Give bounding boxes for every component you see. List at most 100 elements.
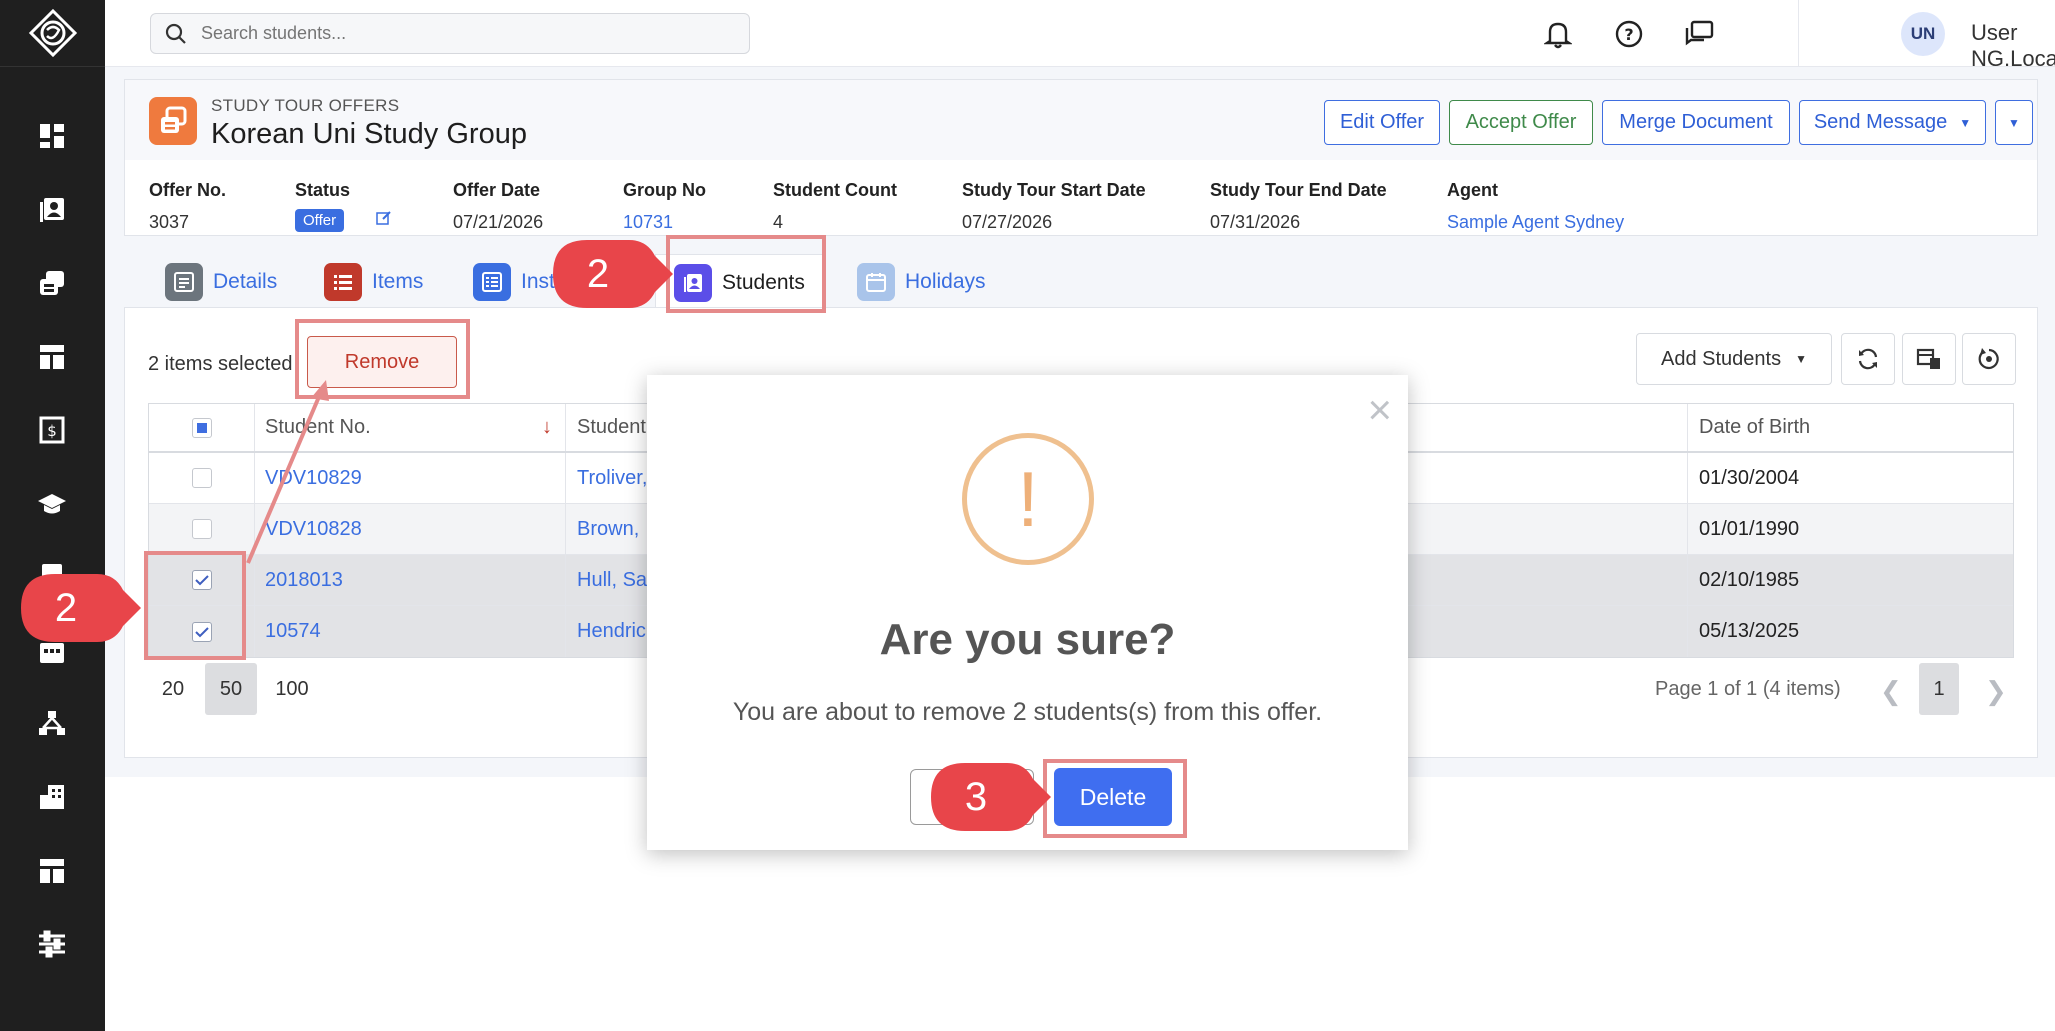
svg-text:?: ? xyxy=(1624,25,1633,44)
contacts-icon[interactable] xyxy=(36,194,68,226)
page-size-100[interactable]: 100 xyxy=(266,663,318,715)
more-actions-button[interactable]: ▼ xyxy=(1995,100,2033,145)
sort-desc-icon[interactable]: ↓ xyxy=(542,404,552,451)
dashboard-icon[interactable] xyxy=(36,120,68,152)
sidebar: $ xyxy=(0,0,105,1031)
columns-icon xyxy=(1916,348,1940,369)
row-checkbox[interactable] xyxy=(191,519,212,539)
column-student-no[interactable]: Student No. xyxy=(265,404,371,451)
bell-icon[interactable] xyxy=(1542,18,1574,50)
student-name-link[interactable]: Brown, xyxy=(577,504,639,554)
student-name-link[interactable]: Troliver, xyxy=(577,453,647,503)
search-icon xyxy=(151,23,201,45)
page-size-20[interactable]: 20 xyxy=(147,663,199,715)
callout-rows-number: 2 xyxy=(54,585,78,630)
student-name-link[interactable]: Hendric xyxy=(577,606,646,657)
callout-delete-number: 3 xyxy=(964,774,988,819)
select-all-checkbox[interactable] xyxy=(191,417,212,438)
student-no-link[interactable]: VDV10829 xyxy=(265,453,362,503)
column-dob[interactable]: Date of Birth xyxy=(1699,404,1810,451)
offer-header-card: STUDY TOUR OFFERS Korean Uni Study Group… xyxy=(124,79,2038,236)
highlight-selected-rows xyxy=(144,551,246,660)
reset-icon xyxy=(1978,348,1999,370)
tab-holidays-label: Holidays xyxy=(905,270,986,293)
agent-link[interactable]: Sample Agent Sydney xyxy=(1447,212,1624,233)
caret-down-icon: ▼ xyxy=(1795,352,1807,366)
close-icon[interactable]: × xyxy=(1367,389,1392,431)
student-no-link[interactable]: VDV10828 xyxy=(265,504,362,554)
agent-label: Agent xyxy=(1447,180,1498,200)
building-icon[interactable] xyxy=(36,781,68,813)
column-chooser-button[interactable] xyxy=(1902,333,1956,385)
send-message-label: Send Message xyxy=(1813,111,1948,133)
next-page-icon[interactable]: ❯ xyxy=(1985,676,2007,707)
student-count-label: Student Count xyxy=(773,180,897,200)
app-logo[interactable] xyxy=(0,0,105,67)
offers-icon[interactable] xyxy=(36,267,68,299)
dialog-message: You are about to remove 2 students(s) fr… xyxy=(732,698,1323,726)
student-name-link[interactable]: Hull, Sa xyxy=(577,555,647,605)
refresh-button[interactable] xyxy=(1841,333,1895,385)
caret-down-icon: ▼ xyxy=(2008,115,2020,130)
highlight-students-tab xyxy=(666,235,826,313)
template-icon[interactable] xyxy=(36,855,68,887)
details-icon xyxy=(165,263,203,301)
network-icon[interactable] xyxy=(36,707,68,739)
offer-kind-label: STUDY TOUR OFFERS xyxy=(211,96,400,115)
list-icon xyxy=(324,263,362,301)
avatar[interactable]: UN xyxy=(1901,12,1945,56)
checklist-icon xyxy=(473,263,511,301)
selection-count: 2 items selected xyxy=(148,353,293,375)
offer-no-label: Offer No. xyxy=(149,180,227,200)
merge-document-button[interactable]: Merge Document xyxy=(1602,100,1790,145)
invoice-icon[interactable]: $ xyxy=(36,414,68,446)
add-students-button[interactable]: Add Students ▼ xyxy=(1636,333,1832,385)
divider xyxy=(1798,0,1799,67)
edit-offer-button[interactable]: Edit Offer xyxy=(1324,100,1440,145)
sliders-icon[interactable] xyxy=(36,928,68,960)
top-bar: ? UN User NG.Local xyxy=(105,0,2055,71)
caret-down-icon: ▼ xyxy=(1959,115,1972,130)
group-no-link[interactable]: 10731 xyxy=(623,212,673,233)
dialog-title: Are you sure? xyxy=(879,615,1176,664)
end-date-value: 07/31/2026 xyxy=(1210,212,1301,232)
tab-holidays[interactable]: Holidays xyxy=(857,254,986,310)
page-title: Korean Uni Study Group xyxy=(211,118,527,150)
offer-date-value: 07/21/2026 xyxy=(453,212,544,232)
highlight-remove-button xyxy=(295,319,470,399)
callout-tab-number: 2 xyxy=(586,251,610,296)
tab-details-label: Details xyxy=(213,270,278,293)
search-box[interactable] xyxy=(150,13,750,54)
start-date-value: 07/27/2026 xyxy=(962,212,1053,232)
tab-inst[interactable]: Inst xyxy=(473,254,555,310)
offer-date-label: Offer Date xyxy=(453,180,541,200)
tab-details[interactable]: Details xyxy=(165,254,277,310)
student-no-link[interactable]: 2018013 xyxy=(265,555,343,605)
student-no-link[interactable]: 10574 xyxy=(265,606,321,657)
page-button-1[interactable]: 1 xyxy=(1919,663,1959,715)
edit-status-icon[interactable] xyxy=(376,210,392,231)
send-message-button[interactable]: Send Message ▼ xyxy=(1799,100,1986,145)
reset-layout-button[interactable] xyxy=(1962,333,2016,385)
graduation-cap-icon[interactable] xyxy=(36,488,68,520)
accept-offer-button[interactable]: Accept Offer xyxy=(1449,100,1593,145)
chat-icon[interactable] xyxy=(1683,18,1715,50)
highlight-delete-button xyxy=(1043,759,1187,838)
tab-items[interactable]: Items xyxy=(324,254,423,310)
select-all-cell xyxy=(149,404,254,451)
offer-icon xyxy=(149,97,197,145)
search-input[interactable] xyxy=(201,23,721,44)
group-no-label: Group No xyxy=(623,180,706,200)
calendar-icon xyxy=(857,263,895,301)
help-icon[interactable]: ? xyxy=(1613,18,1645,50)
page-size-50[interactable]: 50 xyxy=(205,663,257,715)
status-label: Status xyxy=(295,180,351,200)
layout-icon[interactable] xyxy=(36,341,68,373)
dob-value: 02/10/1985 xyxy=(1699,568,1800,591)
dob-value: 01/30/2004 xyxy=(1699,466,1800,489)
row-checkbox[interactable] xyxy=(191,468,212,488)
svg-text:$: $ xyxy=(47,422,57,440)
username[interactable]: User NG.Local xyxy=(1971,20,2055,72)
column-student[interactable]: Student xyxy=(577,404,646,451)
prev-page-icon[interactable]: ❮ xyxy=(1880,676,1902,707)
